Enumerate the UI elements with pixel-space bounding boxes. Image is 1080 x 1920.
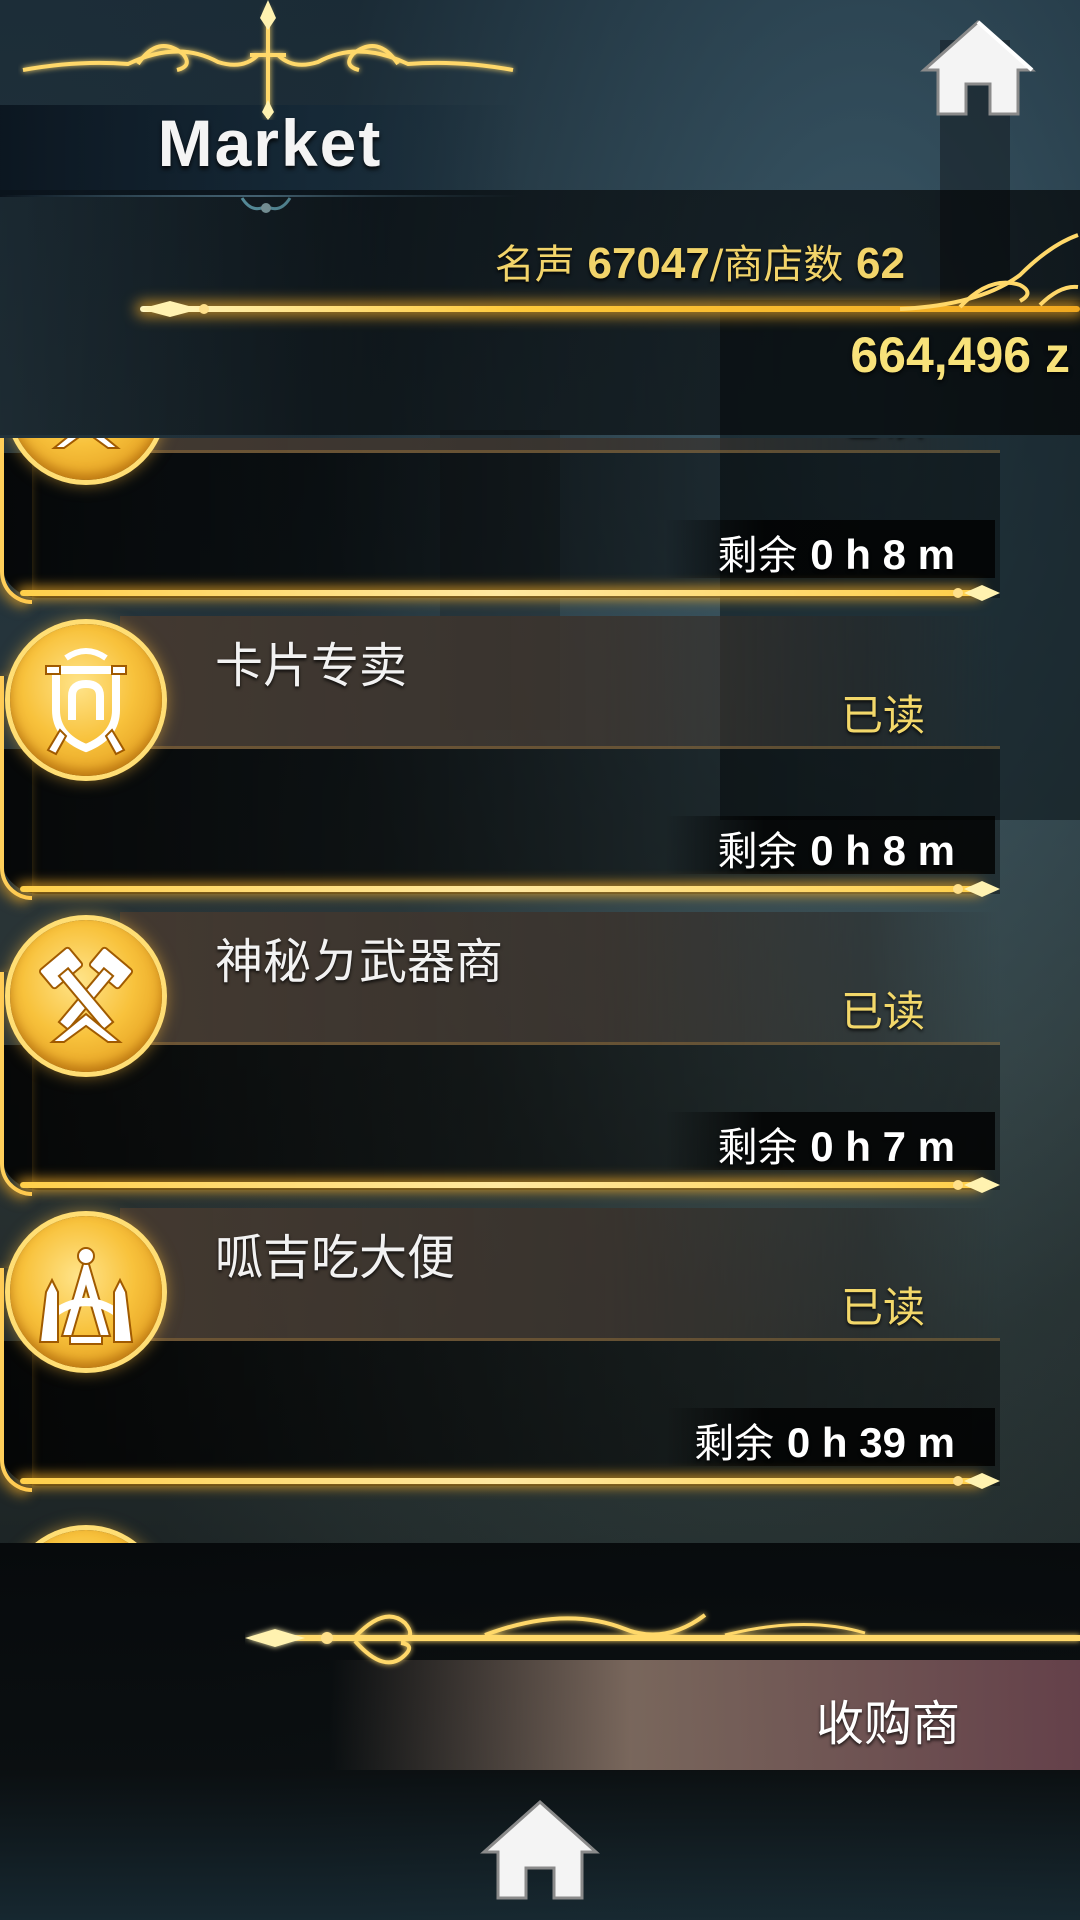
shop-item[interactable]: 神秘ㄉ武器商 已读 剩余 0 h 7 m xyxy=(0,912,1080,1208)
shop-list[interactable]: 已读 剩余 0 h 8 m xyxy=(0,438,1080,1543)
time-value: 0 h 8 m xyxy=(810,827,955,874)
shop-icon xyxy=(10,624,162,776)
page-title: Market xyxy=(157,106,383,180)
arrow-tip-icon xyxy=(953,585,1000,601)
home-icon[interactable] xyxy=(918,18,1038,118)
buyer-ornament-icon xyxy=(245,1613,1080,1665)
arrow-tip-icon xyxy=(953,881,1000,897)
shop-time-remaining: 剩余 0 h 7 m xyxy=(718,1115,955,1173)
crossed-hammers-icon xyxy=(51,438,121,449)
shop-item[interactable]: 卡片专卖 已读 剩余 0 h 8 m xyxy=(0,616,1080,912)
shop-icon xyxy=(10,920,162,1072)
fame-separator: / xyxy=(709,242,724,288)
arrow-tip-icon xyxy=(140,301,209,317)
crossed-hammers-icon xyxy=(38,946,134,1043)
title-ornament-icon xyxy=(22,0,514,120)
shop-item[interactable]: 呱吉吃大便 已读 剩余 0 h 39 m xyxy=(0,1208,1080,1504)
home-icon[interactable] xyxy=(478,1798,602,1902)
shop-status: 已读 xyxy=(840,1283,925,1332)
time-label: 剩余 xyxy=(717,829,798,875)
corner-swirl-icon xyxy=(900,233,1079,311)
shop-divider xyxy=(20,1182,980,1188)
shop-item[interactable]: 已读 剩余 0 h 8 m xyxy=(0,438,1080,616)
market-screen: Market 名声 67047/商店数 62 664,496 z 剩余 0 h … xyxy=(0,0,1080,1920)
compass-tools-icon xyxy=(38,1247,134,1345)
shop-name: 卡片专卖 xyxy=(215,638,408,694)
shop-name: 神秘ㄉ武器商 xyxy=(215,934,504,990)
arrow-tip-icon xyxy=(953,1177,1000,1193)
shop-time-remaining: 剩余 0 h 39 m xyxy=(694,1411,955,1469)
fame-and-shop-count: 名声 67047/商店数 62 xyxy=(495,232,905,290)
time-value: 0 h 39 m xyxy=(786,1419,955,1466)
shop-time-remaining: 剩余 0 h 8 m xyxy=(718,819,955,877)
money-display: 664,496 z xyxy=(850,327,1070,383)
horseshoe-crest-icon xyxy=(45,648,127,756)
time-value: 0 h 8 m xyxy=(810,531,955,578)
arrow-tip-icon xyxy=(953,1473,1000,1489)
shop-status: 已读 xyxy=(840,691,925,740)
shop-name: 呱吉吃大便 xyxy=(215,1230,456,1286)
shop-icon xyxy=(10,1216,162,1368)
shop-divider xyxy=(20,1478,980,1484)
time-value: 0 h 7 m xyxy=(810,1123,955,1170)
time-label: 剩余 xyxy=(717,1125,798,1171)
fame-label: 名声 xyxy=(494,242,575,288)
shop-count-label: 商店数 xyxy=(723,242,844,288)
shop-count-value: 62 xyxy=(856,239,905,288)
shop-divider xyxy=(20,886,980,892)
shop-time-remaining: 剩余 0 h 8 m xyxy=(718,523,955,581)
shop-status: 已读 xyxy=(841,438,925,447)
fame-value: 67047 xyxy=(587,239,710,288)
buyer-tab-label: 收购商 xyxy=(815,1696,960,1752)
time-label: 剩余 xyxy=(717,533,798,579)
shop-status: 已读 xyxy=(840,987,925,1036)
shop-icon-partial xyxy=(10,1530,162,1543)
shop-divider xyxy=(20,590,980,596)
time-label: 剩余 xyxy=(694,1421,775,1467)
